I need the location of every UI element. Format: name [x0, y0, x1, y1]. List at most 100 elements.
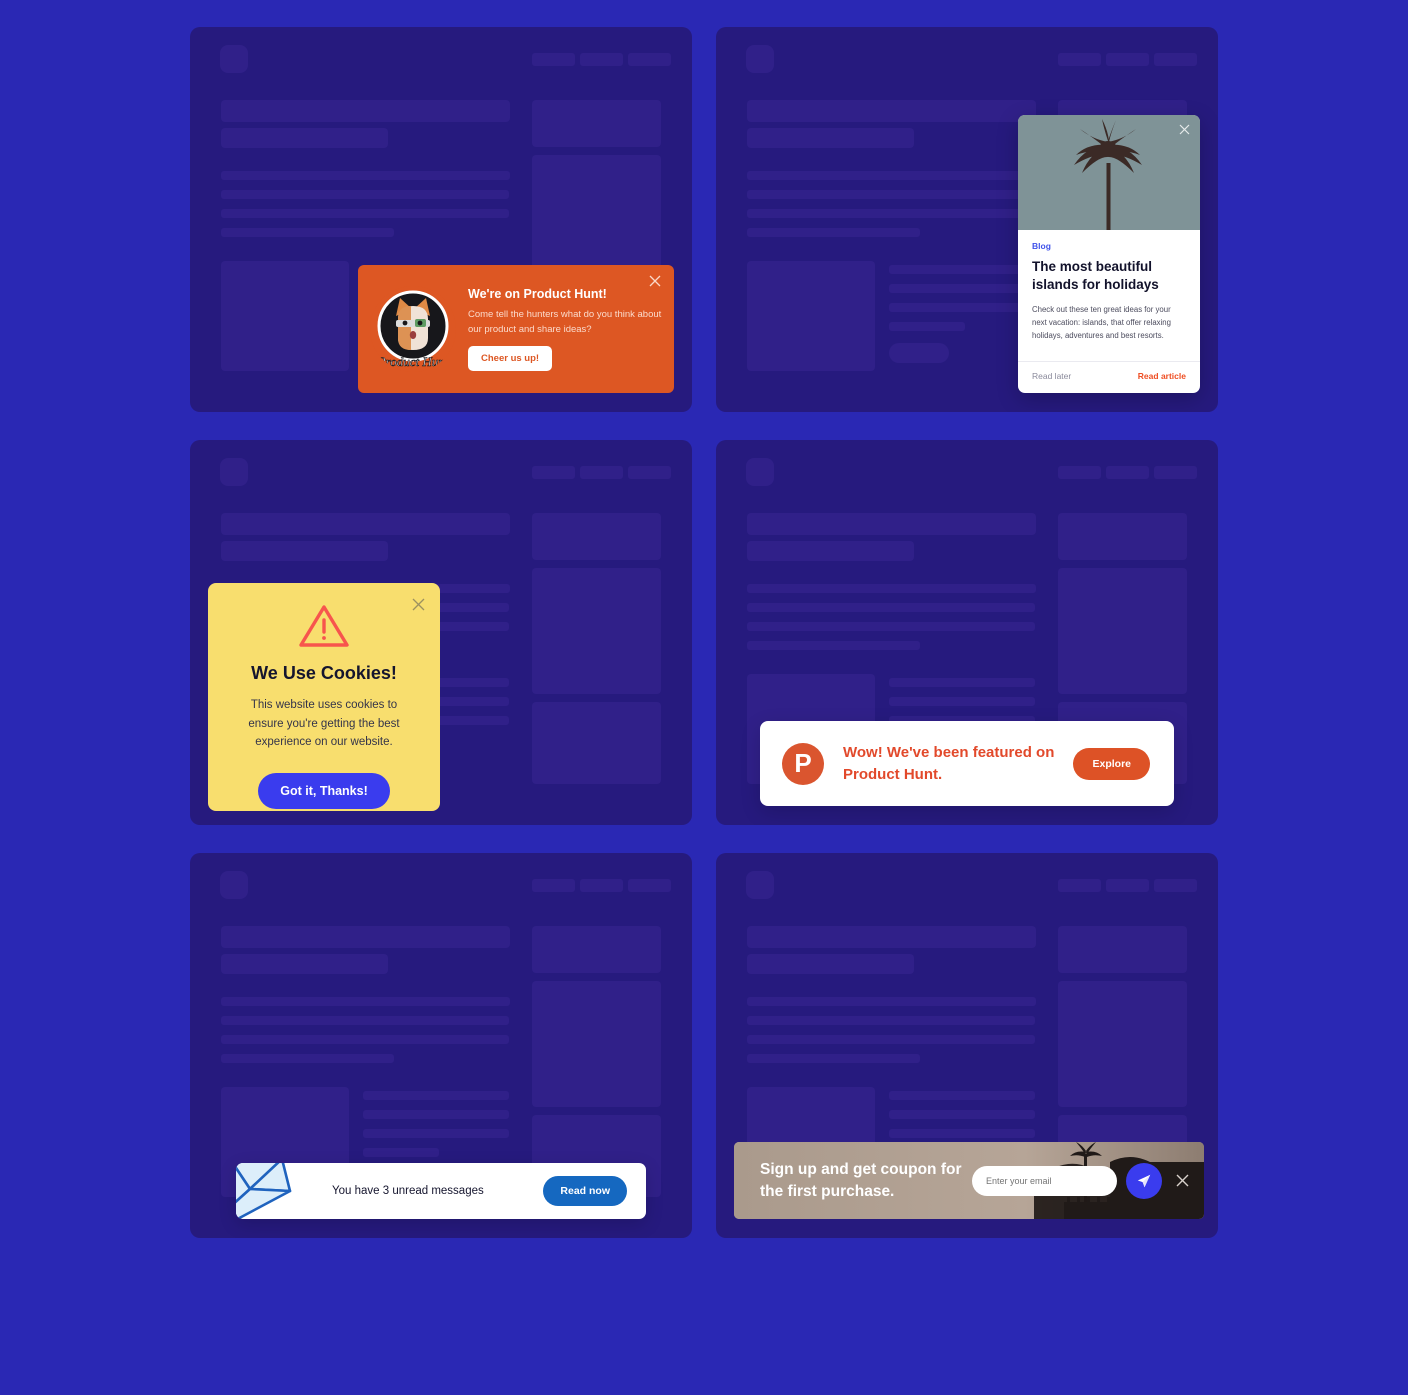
skeleton-avatar: [220, 871, 248, 899]
skeleton-text-line: [889, 1129, 1035, 1138]
read-now-button[interactable]: Read now: [543, 1176, 627, 1206]
product-hunt-cat-avatar: Product Hunt: [370, 286, 456, 372]
email-input[interactable]: [972, 1165, 1117, 1196]
skeleton-thumbnail: [747, 261, 875, 371]
skeleton-heading: [747, 926, 1036, 948]
skeleton-sidebar-block: [532, 155, 661, 281]
skeleton-avatar: [746, 458, 774, 486]
skeleton-text-line: [747, 209, 1035, 218]
blog-popup-heading: The most beautiful islands for holidays: [1032, 259, 1159, 292]
skeleton-nav-item: [1106, 879, 1149, 892]
skeleton-nav-item: [628, 879, 671, 892]
blog-article-popup: Blog The most beautiful islands for holi…: [1018, 115, 1200, 393]
blog-popup-text: Check out these ten great ideas for your…: [1032, 304, 1171, 341]
unread-messages-bar: You have 3 unread messages Read now: [236, 1163, 646, 1219]
skeleton-avatar: [220, 45, 248, 73]
skeleton-sidebar-block: [532, 100, 661, 147]
skeleton-subheading: [747, 541, 914, 561]
skeleton-text-line: [889, 265, 1035, 274]
skeleton-nav-item: [580, 879, 623, 892]
skeleton-nav-item: [1106, 466, 1149, 479]
skeleton-text-line: [889, 678, 1035, 687]
product-hunt-popup-body: We're on Product Hunt! Come tell the hun…: [456, 286, 674, 372]
skeleton-text-line: [221, 228, 394, 237]
envelope-icon: [236, 1163, 318, 1219]
showcase-card-messages: You have 3 unread messages Read now: [190, 853, 692, 1238]
skeleton-nav-item: [532, 466, 575, 479]
read-article-link[interactable]: Read article: [1138, 371, 1186, 381]
cookie-consent-popup: We Use Cookies! This website uses cookie…: [208, 583, 440, 811]
skeleton-text-line: [889, 1110, 1035, 1119]
skeleton-sidebar-block: [532, 981, 661, 1107]
skeleton-text-line: [221, 1016, 509, 1025]
skeleton-text-line: [747, 171, 1036, 180]
skeleton-sidebar-block: [1058, 568, 1187, 694]
skeleton-nav-item: [1106, 53, 1149, 66]
skeleton-avatar: [220, 458, 248, 486]
skeleton-pill-button: [889, 343, 949, 363]
skeleton-nav-item: [628, 466, 671, 479]
blog-popup-actions: Read later Read article: [1018, 360, 1200, 381]
skeleton-heading: [221, 513, 510, 535]
skeleton-text-line: [221, 171, 510, 180]
product-hunt-logo-icon: P: [782, 742, 824, 785]
skeleton-text-line: [747, 228, 920, 237]
skeleton-nav-item: [1058, 53, 1101, 66]
product-hunt-popup: Product Hunt We're on Product Hunt! Come…: [358, 265, 674, 393]
skeleton-text-line: [221, 1035, 509, 1044]
skeleton-avatar: [746, 871, 774, 899]
warning-triangle-icon: [298, 605, 350, 653]
skeleton-text-line: [363, 1091, 509, 1100]
skeleton-text-line: [221, 190, 509, 199]
skeleton-nav-item: [580, 466, 623, 479]
coupon-heading: Sign up and get coupon for the first pur…: [760, 1160, 962, 1200]
skeleton-text-line: [747, 190, 1035, 199]
skeleton-nav-item: [1154, 53, 1197, 66]
skeleton-sidebar-block: [532, 926, 661, 973]
svg-text:Product Hunt: Product Hunt: [377, 354, 449, 369]
close-icon[interactable]: [648, 274, 662, 288]
explore-button[interactable]: Explore: [1073, 747, 1150, 780]
blog-hero-image: [1018, 115, 1200, 230]
unread-messages-text: You have 3 unread messages: [332, 1185, 484, 1197]
skeleton-sidebar-block: [1058, 981, 1187, 1107]
close-icon[interactable]: [1178, 123, 1191, 136]
cheer-us-up-button[interactable]: Cheer us up!: [468, 346, 553, 372]
skeleton-heading: [747, 100, 1036, 122]
blog-category-label: Blog: [1032, 241, 1051, 251]
product-hunt-logo-letter: P: [794, 748, 812, 778]
skeleton-nav-item: [628, 53, 671, 66]
skeleton-sidebar-block: [532, 513, 661, 560]
skeleton-text-line: [747, 997, 1036, 1006]
product-hunt-popup-title: We're on Product Hunt!: [468, 286, 607, 301]
skeleton-nav-item: [580, 53, 623, 66]
skeleton-text-line: [889, 697, 1035, 706]
paper-plane-icon[interactable]: [1126, 1162, 1162, 1199]
featured-bar-text: Wow! We've been featured on Product Hunt…: [843, 744, 1055, 783]
skeleton-sidebar-block: [532, 702, 661, 784]
skeleton-text-line: [363, 1110, 509, 1119]
skeleton-nav-item: [1058, 879, 1101, 892]
skeleton-text-line: [889, 284, 1035, 293]
accept-cookies-button[interactable]: Got it, Thanks!: [258, 772, 390, 809]
cookie-popup-heading: We Use Cookies!: [251, 663, 397, 683]
skeleton-sidebar-block: [1058, 513, 1187, 560]
skeleton-subheading: [747, 954, 914, 974]
skeleton-text-line: [747, 641, 920, 650]
read-later-link[interactable]: Read later: [1032, 371, 1071, 381]
skeleton-nav-item: [1154, 466, 1197, 479]
cookie-popup-text: This website uses cookies to ensure you'…: [248, 699, 400, 749]
close-icon[interactable]: [1175, 1173, 1190, 1188]
skeleton-text-line: [747, 603, 1035, 612]
showcase-card-coupon: Sign up and get coupon for the first pur…: [716, 853, 1218, 1238]
close-icon[interactable]: [411, 597, 426, 612]
showcase-card-product-hunt: Product Hunt We're on Product Hunt! Come…: [190, 27, 692, 412]
showcase-card-cookies: We Use Cookies! This website uses cookie…: [190, 440, 692, 825]
blog-popup-body: Blog The most beautiful islands for holi…: [1018, 230, 1200, 351]
skeleton-thumbnail: [221, 261, 349, 371]
showcase-card-blog: Blog The most beautiful islands for holi…: [716, 27, 1218, 412]
skeleton-subheading: [747, 128, 914, 148]
skeleton-text-line: [747, 1054, 920, 1063]
skeleton-text-line: [889, 1091, 1035, 1100]
skeleton-text-line: [889, 322, 965, 331]
